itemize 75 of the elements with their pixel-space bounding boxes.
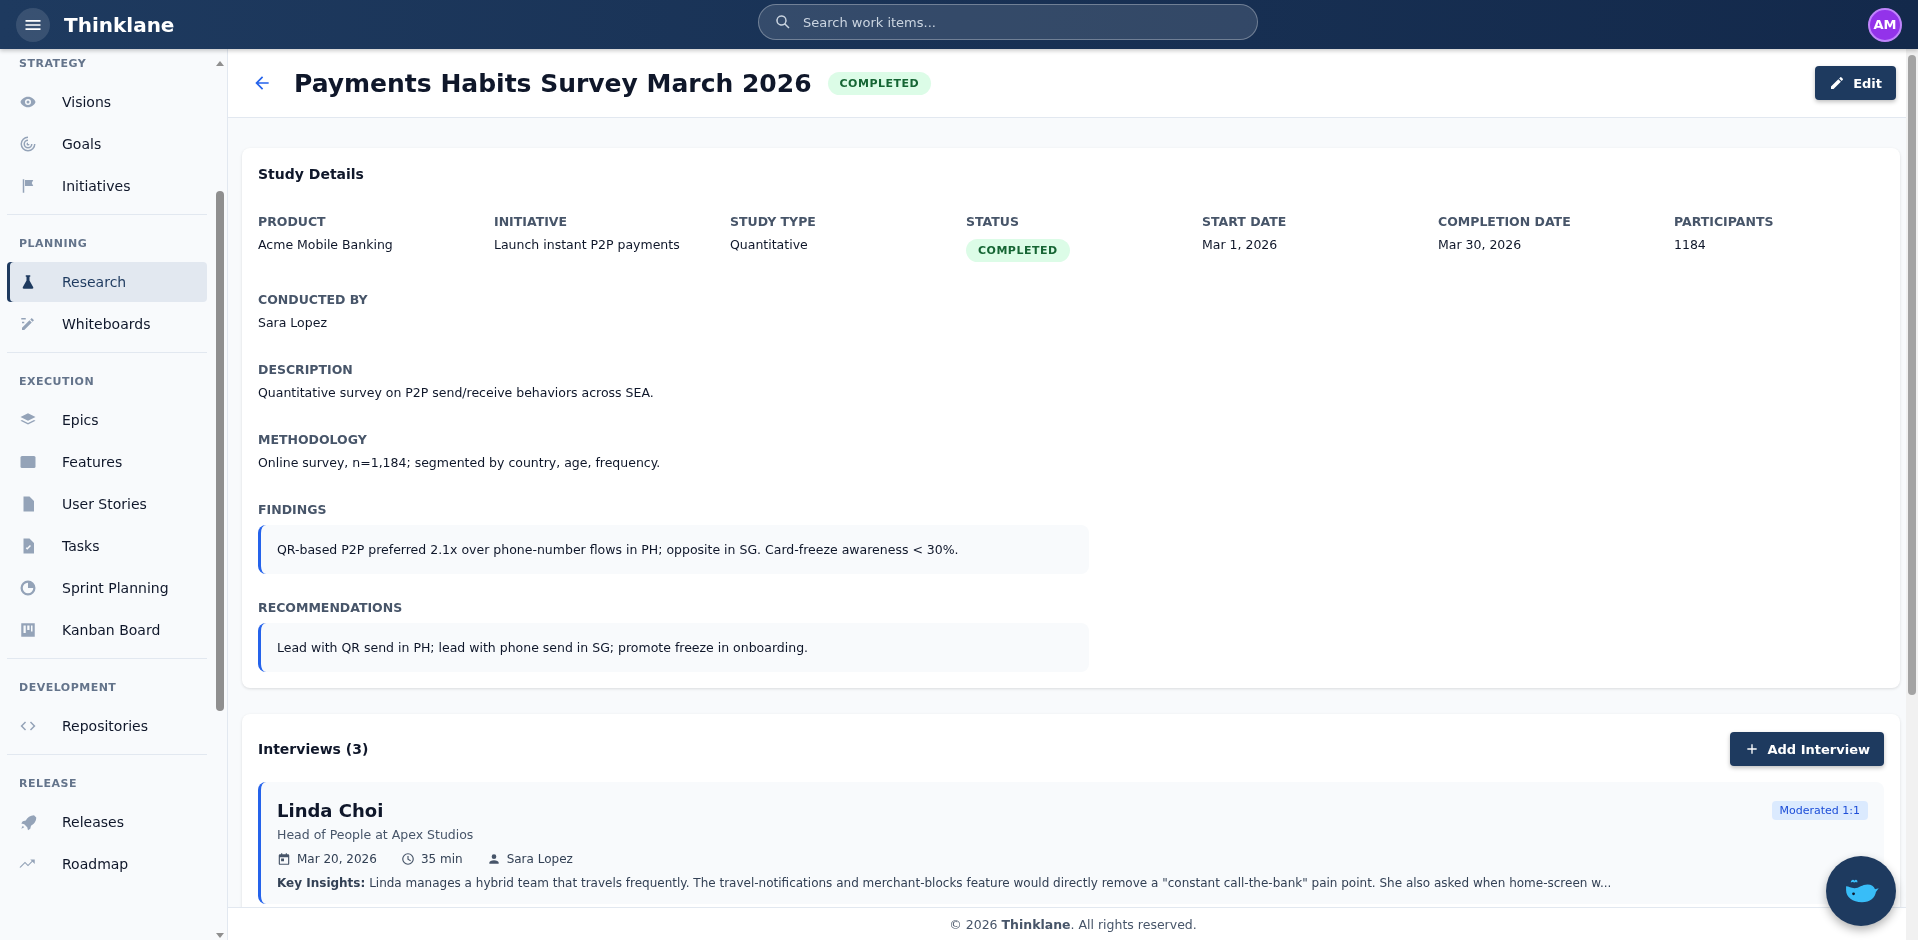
scrollbar-thumb[interactable] [216,191,224,711]
add-interview-button[interactable]: Add Interview [1729,732,1884,766]
nav-item[interactable]: Epics [7,400,207,440]
field-label: INITIATIVE [494,214,569,229]
interviewer-name: Sara Lopez [506,852,573,866]
field-value: Mar 1, 2026 [1202,237,1279,252]
quote-block: Lead with QR send in PH; lead with phone send in SG; promote freeze in onboarding. [258,623,1089,672]
interviewee-role: Head of People at Apex Studios [277,827,475,842]
field-value: Launch instant P2P payments [494,237,681,252]
field-value: Acme Mobile Banking [258,237,394,252]
field-label: STATUS [966,214,1020,229]
kanban-icon [19,621,37,639]
nav-item[interactable]: Roadmap [7,844,207,884]
card-title: Study Details [258,166,365,182]
field-value: Quantitative survey on P2P send/receive behaviors across SEA. [258,385,655,400]
field-label: PARTICIPANTS [1674,214,1775,229]
pencil-icon [1829,75,1846,91]
person-icon [486,852,501,866]
field-label: METHODOLOGY [258,432,368,447]
field-value: 1184 [1674,237,1707,252]
target-icon [19,135,37,153]
app-name: Thinklane [64,12,175,37]
section-heading: DEVELOPMENT [18,680,118,696]
field-label: FINDINGS [258,502,328,517]
nav-item[interactable]: Tasks [7,526,207,566]
calendar-icon [277,852,291,866]
search-icon [774,13,792,31]
nav-item[interactable]: Initiatives [7,166,207,206]
clock-icon [400,852,415,866]
section-heading: STRATEGY [18,56,88,72]
section-heading: RELEASE [18,776,78,792]
nav-item[interactable]: Whiteboards [7,304,207,344]
section-heading: EXECUTION [18,374,96,390]
nav-item[interactable]: Visions [7,82,207,122]
interview-date: Mar 20, 2026 [297,852,377,866]
scrollbar-thumb[interactable] [1908,55,1916,695]
status-badge: COMPLETED [827,71,932,95]
interviewee-name: Linda Choi [277,800,384,821]
page-title: Payments Habits Survey March 2026 [294,68,812,98]
field-label: START DATE [1202,214,1288,229]
field-value: Online survey, n=1,184; segmented by country, age, frequency. [258,455,662,470]
field-label: STUDY TYPE [730,214,817,229]
field-label: PRODUCT [258,214,327,229]
quote-block: QR-based P2P preferred 2.1x over phone-number flows in PH; opposite in SG. Card-freeze awareness < 30%. [258,525,1089,574]
edit-button[interactable]: Edit [1815,66,1896,100]
nav-item[interactable]: Releases [7,802,207,842]
pie-icon [19,579,37,597]
scrollbar[interactable] [1906,49,1918,940]
field-value: Mar 30, 2026 [1438,237,1523,252]
field-label: COMPLETION DATE [1438,214,1572,229]
field-value: Quantitative [730,237,809,252]
interview-duration: 35 min [420,852,463,866]
key-insights: Key Insights: Linda manages a hybrid team that travels frequently. The travel-notifications and merchant-blocks feature would directly remove a "constant call-the-bank" pain point. She also asked when home-screen w... [277,876,1613,890]
section-heading: PLANNING [18,236,89,252]
field-label: RECOMMENDATIONS [258,600,404,615]
field-value: Sara Lopez [258,315,328,330]
rocket-icon [19,813,37,831]
footer-text: © 2026 Thinklane. All rights reserved. [949,916,1197,932]
nav-item[interactable]: Goals [7,124,207,164]
user-avatar[interactable]: AM [1868,7,1902,42]
card-icon [19,453,37,471]
interview-card[interactable] [258,782,1884,904]
nav-item[interactable]: User Stories [7,484,207,524]
menu-button[interactable] [16,7,50,42]
nav-item[interactable]: Features [7,442,207,482]
interview-type-tag: Moderated 1:1 [1771,801,1868,820]
pen-icon [19,315,37,333]
field-label: CONDUCTED BY [258,292,369,307]
nav-item[interactable]: Repositories [7,706,207,746]
status-badge: COMPLETED [966,239,1070,262]
nav-item[interactable]: Sprint Planning [7,568,207,608]
nav-item[interactable]: Kanban Board [7,610,207,650]
field-label: DESCRIPTION [258,362,354,377]
card-title: Interviews (3) [258,741,369,757]
nav-item[interactable]: Research [7,262,207,302]
